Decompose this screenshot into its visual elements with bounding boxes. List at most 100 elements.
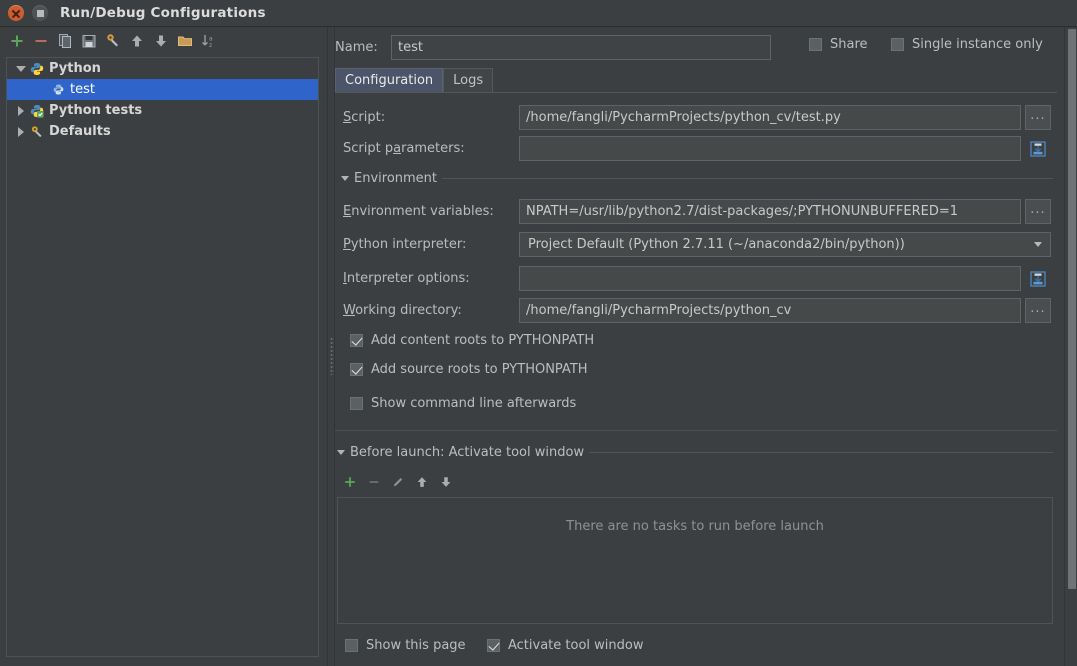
edit-defaults-button[interactable] <box>102 30 124 52</box>
script-parameters-macro-button[interactable] <box>1025 136 1051 161</box>
interpreter-options-row: Interpreter options: <box>343 266 1051 291</box>
python-interpreter-label: Python interpreter: <box>343 237 467 252</box>
name-label: Name: <box>335 40 378 55</box>
new-folder-button[interactable] <box>174 30 196 52</box>
remove-task-button[interactable] <box>364 472 384 492</box>
insert-macro-icon <box>1030 140 1046 157</box>
tabs-underline <box>335 92 1057 93</box>
ellipsis-icon: ... <box>1030 201 1046 217</box>
script-label: Script: <box>343 110 386 125</box>
interpreter-options-macro-button[interactable] <box>1025 266 1051 291</box>
chevron-down-icon[interactable] <box>341 176 349 181</box>
ellipsis-icon: ... <box>1030 107 1046 123</box>
show-this-page-label: Show this page <box>366 638 466 653</box>
environment-variables-row: Environment variables: NPATH=/usr/lib/py… <box>343 199 1051 224</box>
move-task-up-button[interactable] <box>412 472 432 492</box>
copy-configuration-button[interactable] <box>54 30 76 52</box>
checkbox-box[interactable] <box>345 639 358 652</box>
python-interpreter-value: Project Default (Python 2.7.11 (~/anacon… <box>528 237 905 252</box>
sort-az-button[interactable]: a z <box>198 30 220 52</box>
activate-tool-window-checkbox[interactable]: Activate tool window <box>487 638 643 653</box>
tree-item-python[interactable]: Python <box>7 58 318 79</box>
configurations-tree[interactable]: Python test Python tests Defaults <box>6 57 319 657</box>
add-content-roots-label: Add content roots to PYTHONPATH <box>371 333 595 348</box>
svg-text:z: z <box>209 42 212 49</box>
insert-macro-icon <box>1030 270 1046 287</box>
configurations-panel: a z Python test Python tests Defaults <box>0 27 327 666</box>
checkbox-box[interactable] <box>350 363 363 376</box>
working-directory-input[interactable]: /home/fangli/PycharmProjects/python_cv <box>519 298 1021 323</box>
python-interpreter-select[interactable]: Project Default (Python 2.7.11 (~/anacon… <box>519 232 1051 257</box>
before-launch-section-header[interactable]: Before launch: Activate tool window <box>337 445 1053 460</box>
move-task-down-button[interactable] <box>436 472 456 492</box>
tree-item-defaults[interactable]: Defaults <box>7 121 318 142</box>
interpreter-options-input[interactable] <box>519 266 1021 291</box>
environment-variables-label: Environment variables: <box>343 204 494 219</box>
working-directory-row: Working directory: /home/fangli/PycharmP… <box>343 298 1051 323</box>
move-down-button[interactable] <box>150 30 172 52</box>
show-this-page-checkbox[interactable]: Show this page <box>345 638 466 653</box>
editor-tabs: Configuration Logs <box>335 68 494 92</box>
share-checkbox[interactable]: Share <box>809 37 868 52</box>
checkbox-box[interactable] <box>350 397 363 410</box>
move-up-button[interactable] <box>126 30 148 52</box>
add-content-roots-checkbox[interactable]: Add content roots to PYTHONPATH <box>350 333 594 348</box>
single-instance-label: Single instance only <box>912 37 1043 52</box>
interpreter-options-label: Interpreter options: <box>343 271 470 286</box>
vertical-scrollbar[interactable] <box>1064 27 1077 666</box>
before-launch-task-list[interactable]: There are no tasks to run before launch <box>337 497 1053 624</box>
name-input[interactable]: test <box>391 35 771 60</box>
panel-splitter[interactable] <box>327 27 335 666</box>
working-directory-label: Working directory: <box>343 303 462 318</box>
chevron-right-icon[interactable] <box>13 103 28 118</box>
python-tests-icon <box>28 103 46 119</box>
environment-variables-browse-button[interactable]: ... <box>1025 199 1051 224</box>
add-source-roots-checkbox[interactable]: Add source roots to PYTHONPATH <box>350 362 588 377</box>
tab-configuration[interactable]: Configuration <box>335 68 444 92</box>
checkbox-box[interactable] <box>891 38 904 51</box>
edit-task-button[interactable] <box>388 472 408 492</box>
add-configuration-button[interactable] <box>6 30 28 52</box>
close-icon[interactable] <box>8 5 24 21</box>
maximize-icon[interactable] <box>32 5 48 21</box>
configurations-toolbar: a z <box>0 27 327 55</box>
show-command-line-label: Show command line afterwards <box>371 396 577 411</box>
tree-item-label: Defaults <box>49 124 111 139</box>
environment-section-label: Environment <box>354 171 438 186</box>
script-input[interactable]: /home/fangli/PycharmProjects/python_cv/t… <box>519 105 1021 130</box>
checkbox-box[interactable] <box>350 334 363 347</box>
section-divider <box>442 178 1053 179</box>
working-directory-browse-button[interactable]: ... <box>1025 298 1051 323</box>
script-browse-button[interactable]: ... <box>1025 105 1051 130</box>
show-command-line-checkbox[interactable]: Show command line afterwards <box>350 396 576 411</box>
single-instance-checkbox[interactable]: Single instance only <box>891 37 1043 52</box>
tree-item-test[interactable]: test <box>7 79 318 100</box>
defaults-icon <box>28 124 46 140</box>
chevron-right-icon[interactable] <box>13 124 28 139</box>
chevron-down-icon[interactable] <box>337 450 345 455</box>
add-task-button[interactable] <box>340 472 360 492</box>
script-parameters-input[interactable] <box>519 136 1021 161</box>
share-label: Share <box>830 37 868 52</box>
tree-item-label: Python tests <box>49 103 143 118</box>
chevron-down-icon[interactable] <box>1028 233 1048 256</box>
remove-configuration-button[interactable] <box>30 30 52 52</box>
script-parameters-row: Script parameters: <box>343 136 1051 161</box>
splitter-grip-icon[interactable] <box>330 337 334 375</box>
checkbox-box[interactable] <box>487 639 500 652</box>
checkbox-box[interactable] <box>809 38 822 51</box>
tab-logs[interactable]: Logs <box>443 68 494 92</box>
window-title: Run/Debug Configurations <box>60 5 266 21</box>
scrollbar-thumb[interactable] <box>1068 29 1076 589</box>
activate-tool-window-label: Activate tool window <box>508 638 644 653</box>
window-titlebar: Run/Debug Configurations <box>0 0 1077 27</box>
script-parameters-label: Script parameters: <box>343 141 465 156</box>
environment-section-header[interactable]: Environment <box>341 171 1053 186</box>
save-configuration-button[interactable] <box>78 30 100 52</box>
environment-variables-input[interactable]: NPATH=/usr/lib/python2.7/dist-packages/;… <box>519 199 1021 224</box>
tab-label: Configuration <box>345 73 434 88</box>
tab-label: Logs <box>453 73 484 88</box>
python-file-icon <box>49 82 67 98</box>
chevron-down-icon[interactable] <box>13 61 28 76</box>
tree-item-python-tests[interactable]: Python tests <box>7 100 318 121</box>
